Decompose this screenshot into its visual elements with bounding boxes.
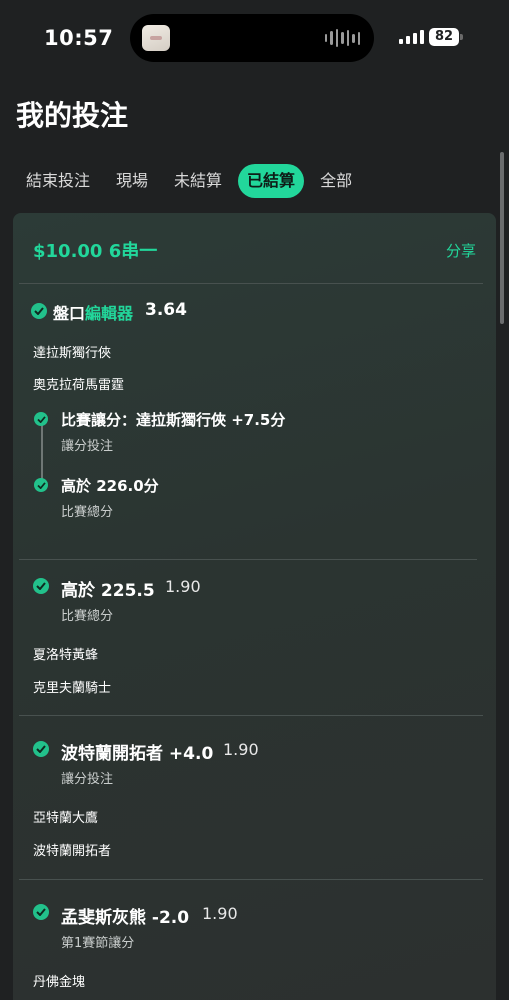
tab-all[interactable]: 全部 [310,164,362,198]
dynamic-island[interactable] [130,14,374,62]
divider [19,559,477,560]
app-thumbnail-icon [142,25,170,51]
tab-live[interactable]: 現場 [106,164,158,198]
status-time: 10:57 [44,26,114,50]
stake-label: $10.00 6串一 [33,241,158,262]
check-icon [31,303,47,319]
check-icon [33,578,49,594]
leg-odds: 3.64 [145,300,187,320]
divider [19,879,483,880]
battery-icon: 82 [429,28,459,46]
signal-icon [399,30,424,44]
team-name: 克里夫蘭騎士 [33,681,112,696]
tab-cash-out[interactable]: 結束投注 [16,164,100,198]
bet-filter-tabs: 結束投注 現場 未結算 已結算 全部 [16,164,368,198]
team-name: 亞特蘭大鷹 [33,811,99,826]
page-title: 我的投注 [16,99,129,132]
team-name: 奧克拉荷馬雷霆 [33,378,125,393]
share-button[interactable]: 分享 [446,240,476,261]
bet-card-header: $10.00 6串一 分享 [13,213,496,283]
team-name: 丹佛金塊 [33,975,86,990]
divider [19,283,483,284]
bet-builder-label: 編輯器 [85,304,134,323]
sub-leg-title: 比賽讓分：達拉斯獨行俠 +7.5分 [61,411,286,429]
team-name: 夏洛特黃蜂 [33,648,99,663]
check-icon [34,412,48,426]
leg-odds: 1.90 [202,904,238,923]
leg-odds: 1.90 [223,740,259,759]
leg-title-prefix: 盤口 [53,304,86,323]
divider [19,715,483,716]
check-icon [34,478,48,492]
leg-market: 第1賽節讓分 [61,936,135,951]
connector-line [41,423,43,485]
leg-title: 孟斐斯灰熊 -2.0 [61,908,190,928]
leg-title: 盤口編輯器 [53,300,133,324]
leg-title: 波特蘭開拓者 +4.0 [61,744,214,764]
leg-odds: 1.90 [165,577,201,596]
team-name: 達拉斯獨行俠 [33,346,112,361]
leg-market: 比賽總分 [61,609,114,624]
check-icon [33,904,49,920]
scrollbar[interactable] [500,152,504,324]
bet-card[interactable]: $10.00 6串一 分享 盤口編輯器 3.64 達拉斯獨行俠 奧克拉荷馬雷霆 … [13,213,496,1000]
check-icon [33,741,49,757]
status-bar: 10:57 82 [0,0,509,76]
tab-unsettled[interactable]: 未結算 [164,164,232,198]
tab-settled[interactable]: 已結算 [238,164,305,198]
sub-leg-title: 高於 226.0分 [61,477,159,495]
battery-tip [460,34,463,40]
audio-wave-icon [324,28,360,48]
sub-leg-market: 比賽總分 [61,505,114,520]
leg-title: 高於 225.5 [61,581,155,601]
leg-market: 讓分投注 [61,772,114,787]
sub-leg-market: 讓分投注 [61,439,114,454]
team-name: 波特蘭開拓者 [33,844,112,859]
